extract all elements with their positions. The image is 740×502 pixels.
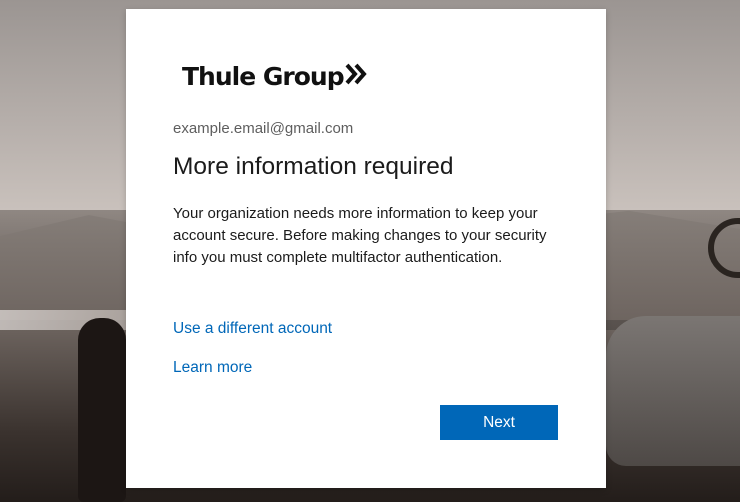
account-email: example.email@gmail.com (173, 120, 354, 137)
description-text: Your organization needs more information… (173, 205, 547, 266)
learn-more-link[interactable]: Learn more (173, 359, 252, 377)
use-different-account-link[interactable]: Use a different account (173, 320, 332, 338)
background-car (606, 316, 740, 466)
page-title: More information required (173, 153, 454, 180)
background-person-silhouette (78, 318, 126, 502)
double-chevron-icon (345, 62, 367, 91)
sign-in-card: Thule Group example.email@gmail.com More… (126, 9, 606, 488)
next-button[interactable]: Next (440, 405, 558, 440)
brand-logo: Thule Group (182, 59, 367, 93)
brand-logo-text: Thule Group (182, 61, 345, 91)
